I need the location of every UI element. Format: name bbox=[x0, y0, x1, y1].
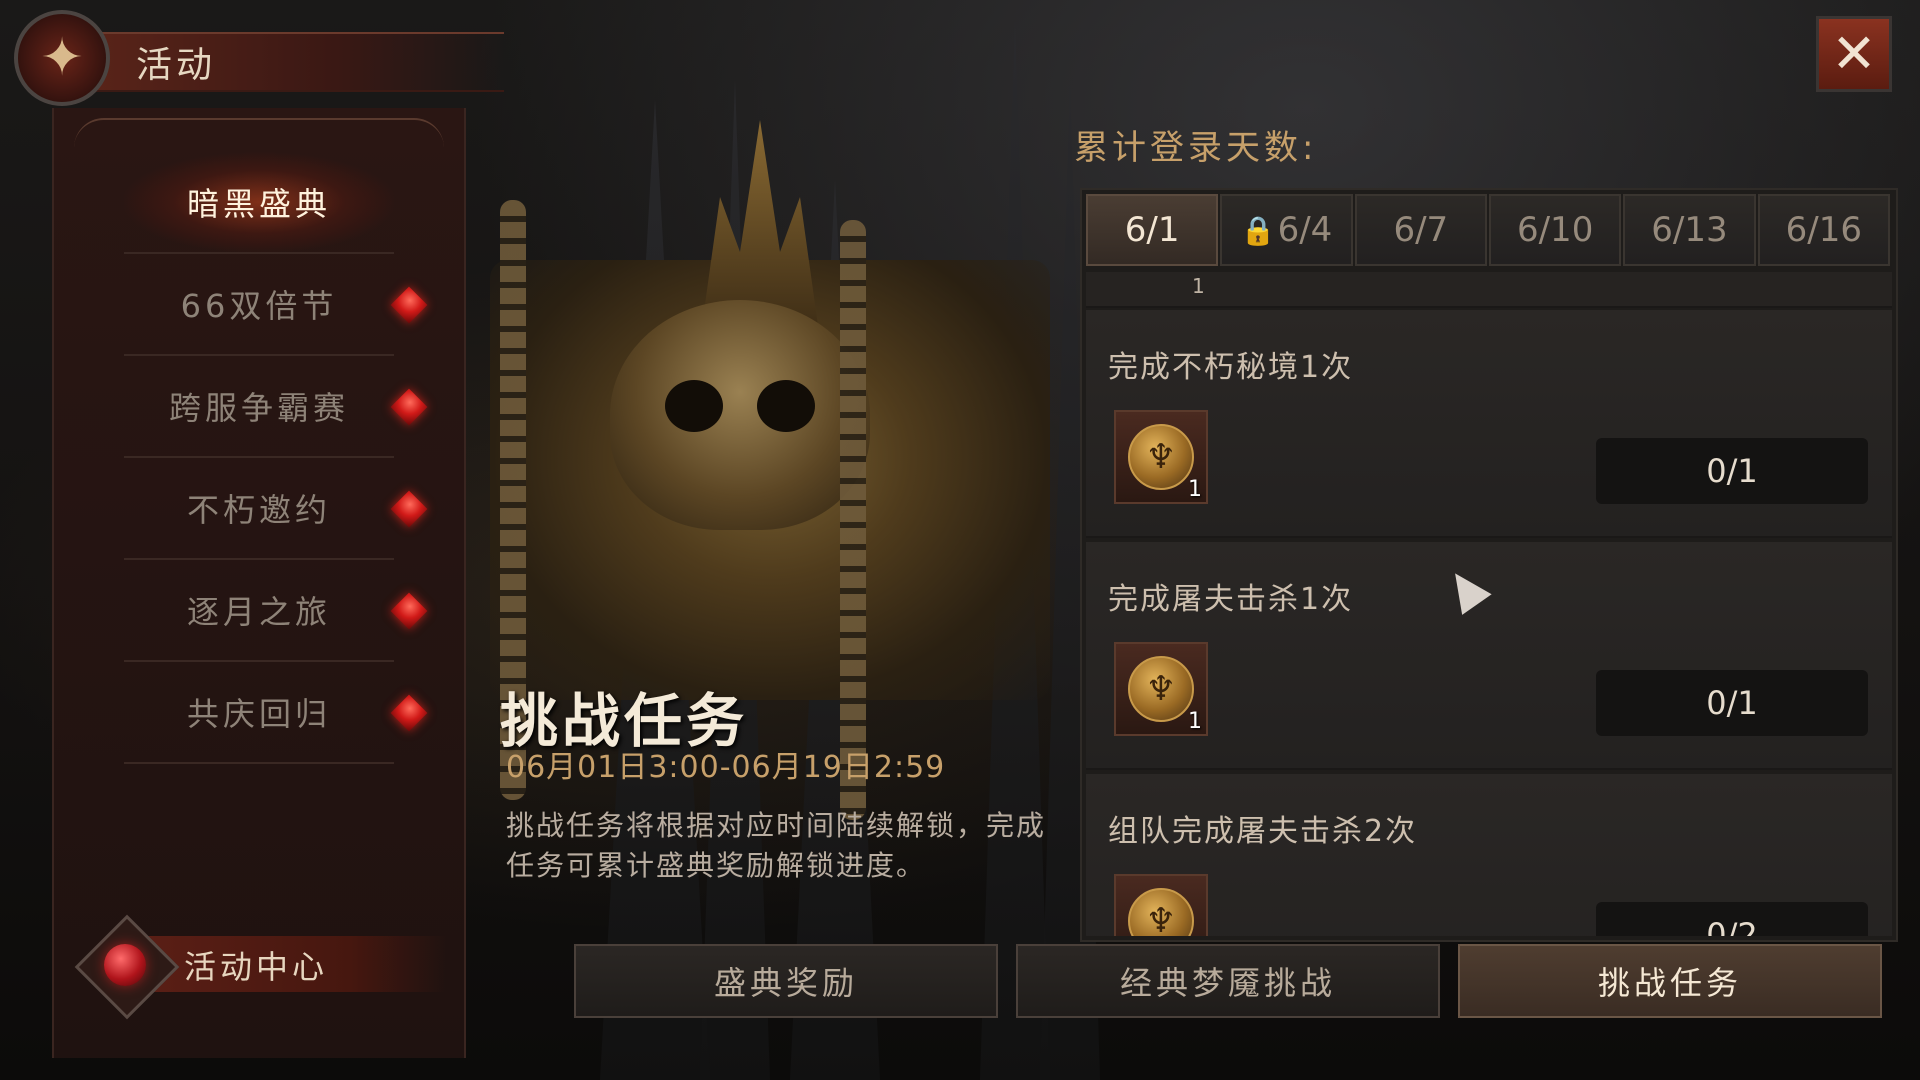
header-title: 活动 bbox=[136, 45, 217, 86]
sidebar-item-cross-server[interactable]: 跨服争霸赛 bbox=[124, 356, 428, 458]
task-progress: 0/2 bbox=[1596, 902, 1868, 936]
sidebar-item-immortal-invite[interactable]: 不朽邀约 bbox=[124, 458, 428, 560]
sidebar-item-label: 共庆回归 bbox=[186, 695, 331, 733]
sidebar: 暗黑盛典 66双倍节 跨服争霸赛 不朽邀约 逐月之旅 共庆回归 bbox=[52, 108, 466, 1058]
reward-item[interactable]: ♆ 1 bbox=[1114, 874, 1208, 936]
reward-item[interactable]: ♆ 1 bbox=[1114, 410, 1208, 504]
day-tab-label: 6/13 bbox=[1651, 210, 1728, 250]
compass-star-icon: ✦ bbox=[14, 10, 110, 106]
bottom-tab-label: 挑战任务 bbox=[1597, 964, 1742, 1002]
sidebar-item-dark-festival[interactable]: 暗黑盛典 bbox=[124, 152, 394, 254]
day-tab-label: 6/10 bbox=[1516, 210, 1594, 250]
tab-day-6-13[interactable]: 6/13 bbox=[1623, 194, 1756, 266]
reward-quantity: 1 bbox=[1192, 274, 1205, 298]
sidebar-item-moon-journey[interactable]: 逐月之旅 bbox=[124, 560, 428, 662]
reward-quantity: 1 bbox=[1188, 477, 1202, 502]
task-card: 组队完成屠夫击杀2次 ♆ 1 0/2 bbox=[1086, 774, 1892, 936]
task-title: 完成屠夫击杀1次 bbox=[1108, 582, 1354, 617]
activity-center-label: 活动中心 bbox=[184, 948, 329, 986]
festival-coin-icon: ♆ bbox=[1128, 888, 1194, 936]
skull-eye bbox=[757, 380, 815, 432]
festival-coin-icon: ♆ bbox=[1128, 656, 1194, 722]
day-tab-label: 6/4 bbox=[1277, 210, 1333, 250]
day-tab-label: 6/7 bbox=[1393, 210, 1449, 250]
notification-badge-icon bbox=[390, 592, 428, 630]
red-gem-icon bbox=[104, 944, 146, 986]
task-title: 组队完成屠夫击杀2次 bbox=[1108, 814, 1418, 849]
reward-item[interactable]: ♆ 1 bbox=[1114, 642, 1208, 736]
close-icon: ✕ bbox=[1831, 22, 1877, 85]
notification-badge-icon bbox=[390, 490, 428, 528]
day-tabs: 6/1 🔒 6/4 6/7 6/10 6/13 6/16 bbox=[1086, 194, 1892, 270]
task-progress: 0/1 bbox=[1596, 670, 1868, 736]
activity-center-button[interactable]: 活动中心 bbox=[74, 914, 466, 1020]
task-card: 完成屠夫击杀1次 ♆ 1 0/1 bbox=[1086, 542, 1892, 770]
sidebar-item-double-festival[interactable]: 66双倍节 bbox=[124, 254, 428, 356]
sidebar-item-label: 逐月之旅 bbox=[186, 593, 331, 631]
festival-coin-icon: ♆ bbox=[1128, 424, 1194, 490]
task-card-partial: 1 bbox=[1086, 272, 1892, 308]
task-list[interactable]: 1 完成不朽秘境1次 ♆ 1 0/1 完成屠夫击杀1次 ♆ 1 0/1 组队完成… bbox=[1086, 272, 1892, 936]
skull-emblem bbox=[610, 300, 870, 530]
notification-badge-icon bbox=[390, 286, 428, 324]
task-progress: 0/1 bbox=[1596, 438, 1868, 504]
day-tab-label: 6/16 bbox=[1785, 210, 1862, 250]
activity-header: ✦ 活动 bbox=[14, 10, 514, 106]
tab-day-6-4[interactable]: 🔒 6/4 bbox=[1220, 194, 1353, 266]
day-tab-label: 6/1 bbox=[1124, 210, 1180, 250]
tab-festival-rewards[interactable]: 盛典奖励 bbox=[574, 944, 998, 1018]
tab-challenge-quests[interactable]: 挑战任务 bbox=[1458, 944, 1882, 1018]
tab-classic-nightmare[interactable]: 经典梦魇挑战 bbox=[1016, 944, 1440, 1018]
sidebar-item-label: 跨服争霸赛 bbox=[168, 389, 349, 427]
lock-icon: 🔒 bbox=[1240, 213, 1276, 247]
bottom-tabs: 盛典奖励 经典梦魇挑战 挑战任务 bbox=[574, 944, 1884, 1020]
notification-badge-icon bbox=[390, 694, 428, 732]
bottom-tab-label: 盛典奖励 bbox=[713, 964, 858, 1002]
tab-day-6-16[interactable]: 6/16 bbox=[1757, 194, 1890, 266]
tab-day-6-7[interactable]: 6/7 bbox=[1354, 194, 1487, 266]
task-title: 完成不朽秘境1次 bbox=[1108, 350, 1354, 385]
sidebar-item-label: 暗黑盛典 bbox=[186, 185, 331, 223]
sidebar-item-return-celebration[interactable]: 共庆回归 bbox=[124, 662, 428, 764]
task-card: 完成不朽秘境1次 ♆ 1 0/1 bbox=[1086, 310, 1892, 538]
login-days-label: 累计登录天数: bbox=[1074, 128, 1318, 168]
quest-description: 挑战任务将根据对应时间陆续解锁，完成任务可累计盛典奖励解锁进度。 bbox=[506, 809, 1047, 882]
tab-day-6-1[interactable]: 6/1 bbox=[1086, 194, 1219, 266]
tab-day-6-10[interactable]: 6/10 bbox=[1488, 194, 1622, 266]
bottom-tab-label: 经典梦魇挑战 bbox=[1119, 964, 1336, 1002]
close-button[interactable]: ✕ bbox=[1816, 16, 1892, 92]
skull-eye bbox=[665, 380, 723, 432]
reward-quantity: 1 bbox=[1188, 709, 1202, 734]
sidebar-item-label: 66双倍节 bbox=[180, 287, 338, 325]
quest-date-range: 06月01日3:00-06月19日2:59 bbox=[506, 750, 946, 785]
chain bbox=[840, 220, 866, 820]
notification-badge-icon bbox=[390, 388, 428, 426]
task-panel: 6/1 🔒 6/4 6/7 6/10 6/13 6/16 1 完成不朽秘境1次 ♆… bbox=[1080, 188, 1898, 942]
sidebar-item-label: 不朽邀约 bbox=[186, 491, 331, 529]
